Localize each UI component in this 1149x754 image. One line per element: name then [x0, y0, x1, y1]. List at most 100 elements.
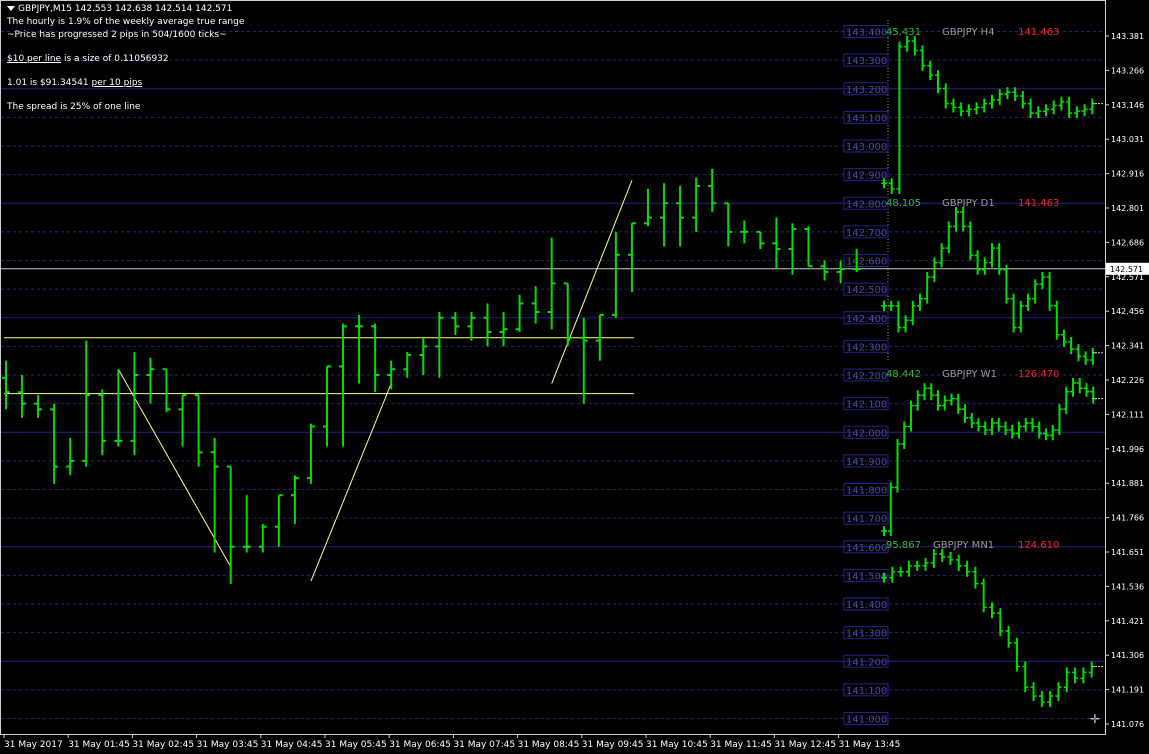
- mini-bar: [1070, 378, 1076, 397]
- level-label: 142.800: [846, 199, 887, 210]
- timeframe-price: 124.610: [1018, 540, 1059, 551]
- ohlc-bar: [627, 222, 636, 292]
- ohlc-bar: [194, 394, 203, 467]
- ohlc-bar: [611, 231, 620, 318]
- time-axis-label: 31 May 11:45: [710, 740, 772, 750]
- mini-bar: [989, 94, 995, 109]
- mini-bar: [1058, 96, 1065, 111]
- mini-bar: [924, 271, 931, 304]
- ohlc-bar: [98, 389, 107, 456]
- level-label: 141.600: [846, 543, 887, 554]
- mini-bar: [1022, 661, 1029, 693]
- ohlc-bar: [403, 352, 412, 378]
- per-pips-link[interactable]: per 10 pips: [91, 78, 142, 88]
- trend-lines[interactable]: [4, 180, 634, 582]
- price-axis-label: 142.226: [1111, 376, 1144, 385]
- ohlc-bar: [724, 202, 733, 247]
- ohlc-bar: [274, 494, 283, 547]
- mini-bar: [911, 36, 918, 56]
- timeframe-price: 141.463: [1018, 27, 1059, 38]
- mini-bar: [942, 83, 949, 109]
- ohlc-bar: [146, 357, 155, 404]
- time-axis-label: 31 May 04:45: [261, 740, 323, 750]
- mini-bar: [975, 418, 982, 432]
- price-axis-label: 142.916: [1111, 170, 1144, 179]
- mini-bar: [972, 566, 979, 589]
- mini-bar: [1043, 428, 1049, 441]
- ohlc-bar: [644, 188, 652, 227]
- price-axis-label: 141.881: [1111, 479, 1144, 488]
- level-label: 142.500: [846, 285, 887, 296]
- level-label: 143.100: [846, 113, 887, 124]
- price-chart[interactable]: 143.400 143.300 143.200 143.100 143.000 142.9…: [0, 0, 1149, 754]
- symbol-ohlc-text: GBPJPY,M15 142.553 142.638 142.514 142.5…: [18, 4, 233, 14]
- mini-bar: [914, 390, 921, 411]
- ohlc-bar: [708, 168, 717, 212]
- time-axis-label: 31 May 02:45: [132, 740, 194, 750]
- mini-bar: [1046, 271, 1053, 311]
- level-label: 142.600: [846, 257, 887, 268]
- crosshair-cursor-icon: ✛: [1090, 712, 1100, 726]
- level-label: 143.400: [846, 28, 887, 39]
- mini-bar: [1056, 404, 1063, 436]
- level-label: 141.700: [846, 514, 887, 525]
- mini-bar: [996, 89, 1003, 105]
- level-label: 143.000: [846, 142, 887, 153]
- time-axis-label: 31 May 12:45: [774, 740, 836, 750]
- trend-line: [551, 180, 633, 384]
- mini-bar: [1061, 329, 1067, 347]
- mini-bar: [967, 221, 974, 261]
- mini-bar: [974, 250, 981, 275]
- dropdown-triangle-icon[interactable]: [7, 6, 15, 11]
- mini-bar: [1030, 682, 1037, 702]
- mini-bar: [1089, 347, 1096, 365]
- ohlc-bar: [66, 437, 75, 476]
- plot-frame: [0, 0, 1106, 735]
- timeframe-panel: 48.105 GBPJPY D1 141.463: [881, 198, 1104, 365]
- time-axis-label: 31 May 2017: [4, 740, 63, 750]
- time-axis-label: 31 May 10:45: [646, 740, 708, 750]
- time-axis-label: 31 May 05:45: [325, 740, 387, 750]
- price-level-labels: 143.400 143.300 143.200 143.100 143.000 142.9…: [843, 25, 889, 726]
- mini-bar: [919, 45, 926, 71]
- mini-bar: [881, 526, 887, 536]
- ohlc-bar: [323, 365, 331, 447]
- ohlc-bar: [18, 375, 27, 418]
- info-spread-text: The spread is 25% of one line: [7, 102, 141, 112]
- level-label: 142.100: [846, 400, 887, 411]
- price-axis-label: 143.031: [1111, 135, 1144, 144]
- mini-bar: [980, 578, 987, 613]
- ohlc-bar: [114, 369, 123, 447]
- mini-bar: [960, 207, 967, 232]
- mini-bar: [894, 438, 901, 493]
- mini-bar: [941, 395, 948, 411]
- mini-bar: [888, 300, 895, 311]
- ohlc-bar: [371, 323, 380, 393]
- price-axis-label: 141.651: [1111, 548, 1144, 557]
- mini-bar: [1002, 421, 1009, 436]
- timeframe-panel: 45.431 GBPJPY H4 141.463: [881, 27, 1104, 194]
- mini-bar: [989, 243, 995, 268]
- price-axis-label: 142.686: [1111, 238, 1144, 247]
- mini-bar: [1017, 300, 1024, 333]
- mini-bar: [1012, 87, 1019, 102]
- mini-bar: [1019, 91, 1026, 109]
- time-axis-label: 31 May 13:45: [839, 740, 901, 750]
- ohlc-bar: [820, 260, 829, 281]
- timeframe-label: GBPJPY D1: [942, 198, 995, 209]
- price-axis-label: 142.801: [1111, 204, 1144, 213]
- ohlc-bar: [660, 183, 669, 247]
- mini-bar: [1050, 100, 1057, 115]
- price-axis-label: 141.536: [1111, 582, 1144, 591]
- price-axis-label: 141.996: [1111, 445, 1144, 454]
- mini-bar: [914, 560, 921, 571]
- level-label: 141.000: [846, 715, 887, 726]
- mini-bar: [1081, 104, 1088, 117]
- per-line-link[interactable]: $10 per line: [7, 54, 61, 64]
- level-label: 142.200: [846, 371, 887, 382]
- ohlc-bar: [772, 217, 781, 270]
- mini-bar: [927, 60, 934, 81]
- mini-bar: [968, 412, 975, 429]
- mini-bar: [1055, 682, 1062, 702]
- mini-bar: [1090, 386, 1097, 404]
